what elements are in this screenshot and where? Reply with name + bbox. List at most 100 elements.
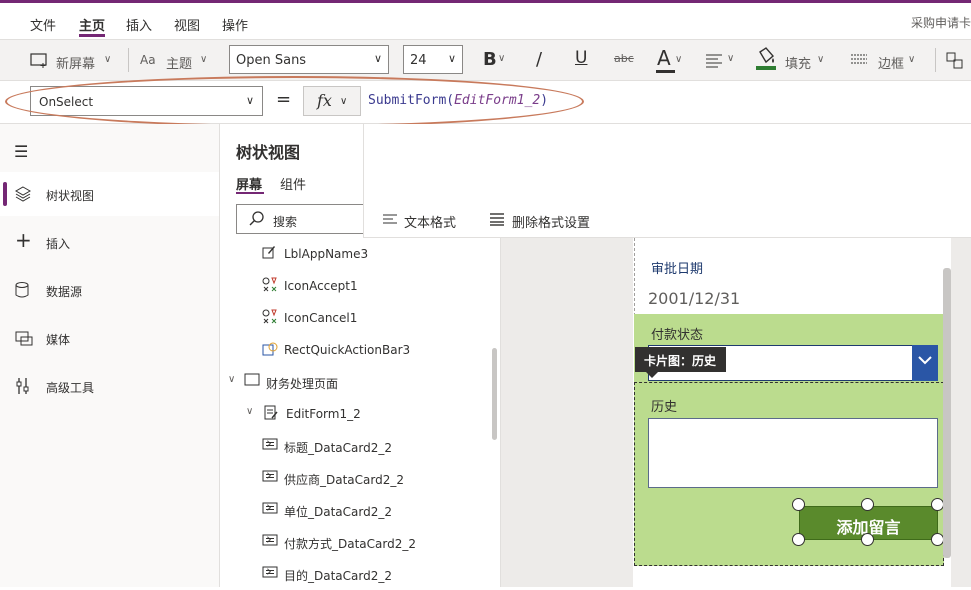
screen-scrollbar[interactable] (943, 268, 951, 558)
tree-row[interactable]: ›目的_DataCard2_2 (220, 558, 490, 590)
font-size-select[interactable]: 24 ∨ (403, 45, 463, 74)
history-textbox[interactable] (648, 418, 938, 488)
font-color-swatch (656, 70, 675, 73)
menu-view[interactable]: 视图 (174, 15, 200, 34)
font-size-value: 24 (410, 53, 427, 68)
tree-row[interactable]: IconAccept1 (220, 270, 490, 302)
font-family-select[interactable]: Open Sans ∨ (229, 45, 389, 74)
border-label: 边框 (878, 57, 905, 72)
paint-bucket-icon (756, 47, 776, 70)
app-title: 采购申请卡 (910, 16, 971, 30)
tree-row[interactable]: ∨ 财务处理页面 (220, 366, 490, 398)
nav-label: 媒体 (46, 333, 71, 347)
active-menu-underline (79, 34, 105, 37)
chevron-down-icon[interactable] (912, 345, 938, 381)
fill-button[interactable]: 填充 ∨ (755, 44, 830, 78)
menu-home[interactable]: 主页 (79, 15, 105, 34)
resize-handle[interactable] (792, 533, 805, 546)
tree-row-label: IconAccept1 (284, 279, 358, 293)
tree-row-label: 目的_DataCard2_2 (284, 569, 392, 583)
chevron-down-icon: ∨ (373, 52, 382, 65)
chevron-down-icon: ∨ (498, 53, 506, 64)
tree-row[interactable]: ›标题_DataCard2_2 (220, 430, 490, 462)
tree-row-label: 标题_DataCard2_2 (284, 441, 392, 455)
chevron-down-icon: ∨ (908, 54, 916, 65)
chevron-down-icon: ∨ (200, 54, 208, 65)
icon-shapes-icon (262, 309, 278, 329)
fill-label: 填充 (785, 57, 812, 72)
tree-row-label: 供应商_DataCard2_2 (284, 473, 404, 487)
card-icon (262, 501, 278, 519)
nav-media[interactable]: 媒体 (0, 316, 219, 360)
text-format-icon (383, 214, 397, 224)
plus-icon: + (15, 228, 32, 252)
theme-button[interactable]: Aa 主题 ∨ (138, 48, 213, 74)
tree-row[interactable]: ›付款方式_DataCard2_2 (220, 526, 490, 558)
chevron-down-icon: ∨ (447, 52, 456, 65)
tree-row-label: RectQuickActionBar3 (284, 343, 411, 357)
strikethrough-button[interactable]: abc (614, 52, 634, 65)
tree-row[interactable]: ›供应商_DataCard2_2 (220, 462, 490, 494)
tab-components[interactable]: 组件 (280, 174, 306, 193)
nav-label: 插入 (46, 237, 71, 251)
tree-row-label: LblAppName3 (284, 247, 369, 261)
nav-label: 高级工具 (46, 381, 95, 395)
tree-row[interactable]: RectQuickActionBar3 (220, 334, 490, 366)
card-icon (262, 469, 278, 487)
menu-insert[interactable]: 插入 (126, 15, 152, 34)
label-edit-icon (262, 245, 276, 263)
new-screen-button[interactable]: 新屏幕 ∨ (28, 48, 112, 74)
tree-scrollbar[interactable] (492, 348, 497, 440)
menu-action[interactable]: 操作 (222, 15, 248, 34)
menu-file[interactable]: 文件 (30, 15, 56, 34)
approval-date-value: 2001/12/31 (648, 289, 741, 308)
tree-row-label: 单位_DataCard2_2 (284, 505, 392, 519)
font-color-button[interactable]: A ∨ (655, 44, 687, 78)
nav-tree-view[interactable]: 树状视图 (0, 172, 219, 216)
align-icon (706, 54, 722, 68)
hamburger-menu-icon[interactable]: ☰ (14, 142, 28, 161)
underline-button[interactable]: U (575, 48, 587, 68)
tree-row[interactable]: ∨ EditForm1_2 (220, 398, 490, 430)
layers-icon (15, 186, 31, 202)
dropdown-arrow (918, 356, 932, 365)
clear-format-icon (490, 213, 504, 226)
history-label: 历史 (651, 400, 678, 415)
resize-handle[interactable] (861, 498, 874, 511)
card-icon (262, 437, 278, 455)
tree-row[interactable]: ›单位_DataCard2_2 (220, 494, 490, 526)
border-button[interactable]: 边框 ∨ (850, 48, 925, 74)
new-screen-icon (30, 53, 47, 68)
chevron-down-icon[interactable]: ∨ (246, 406, 253, 417)
nav-data-sources[interactable]: 数据源 (0, 268, 219, 312)
resize-handle[interactable] (792, 498, 805, 511)
highlight-annotation (5, 76, 584, 127)
font-color-glyph: A (657, 46, 671, 70)
tree-row[interactable]: IconCancel1 (220, 302, 490, 334)
reorder-icon[interactable] (946, 52, 964, 70)
nav-label: 数据源 (46, 285, 83, 299)
align-button[interactable]: ∨ (705, 48, 745, 74)
chevron-down-icon[interactable]: ∨ (228, 374, 235, 385)
italic-button[interactable]: / (536, 49, 542, 70)
tab-screens[interactable]: 屏幕 (236, 174, 262, 193)
tree-view-title: 树状视图 (236, 143, 301, 162)
clear-format-button[interactable]: 删除格式设置 (512, 212, 590, 231)
nav-insert[interactable]: + 插入 (0, 220, 219, 264)
resize-handle[interactable] (861, 533, 874, 546)
media-icon (15, 331, 33, 346)
chevron-down-icon: ∨ (104, 54, 112, 65)
payment-status-label: 付款状态 (651, 328, 704, 343)
tree-row[interactable]: LblAppName3 (220, 238, 490, 270)
font-family-value: Open Sans (236, 53, 307, 68)
card-icon (262, 533, 278, 551)
nav-advanced-tools[interactable]: 高级工具 (0, 364, 219, 408)
menu-bar: 文件 主页 插入 视图 操作 采购申请卡 (0, 3, 971, 39)
form-icon (264, 405, 278, 425)
toolbar-divider (935, 48, 936, 72)
toolbar-divider (128, 48, 129, 72)
bold-button[interactable]: B (483, 49, 497, 70)
text-format-button[interactable]: 文本格式 (404, 212, 456, 231)
icon-shapes-icon (262, 277, 278, 297)
tooltip-pointer (646, 372, 658, 378)
